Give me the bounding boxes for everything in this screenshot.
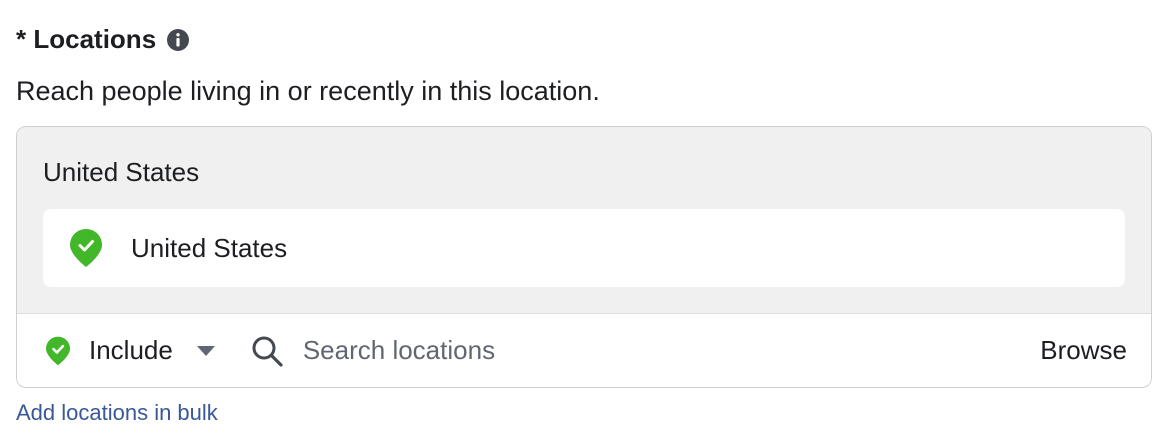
chevron-down-icon [196, 345, 215, 356]
selected-location-name: United States [131, 232, 288, 263]
selected-locations-area: United States United States [17, 127, 1151, 314]
search-locations-input[interactable] [302, 335, 1041, 366]
location-pin-check-icon [46, 336, 70, 365]
locations-header: * Locations [16, 24, 190, 55]
required-marker: * [16, 24, 27, 54]
section-title-text: Locations [33, 24, 157, 54]
section-title: * Locations [16, 24, 156, 55]
selected-group-label: United States [43, 157, 200, 187]
selected-location-item[interactable]: United States [43, 209, 1125, 287]
include-label: Include [89, 335, 173, 365]
search-icon [252, 336, 283, 367]
include-dropdown[interactable]: Include [45, 335, 215, 366]
browse-button[interactable]: Browse [1040, 335, 1127, 366]
location-controls: Include Browse [17, 314, 1151, 387]
info-icon[interactable] [166, 28, 190, 52]
add-locations-in-bulk-link[interactable]: Add locations in bulk [16, 400, 218, 426]
location-pin-check-icon [70, 229, 102, 267]
section-description: Reach people living in or recently in th… [16, 76, 600, 106]
locations-panel: United States United States Include Brow… [16, 126, 1152, 388]
